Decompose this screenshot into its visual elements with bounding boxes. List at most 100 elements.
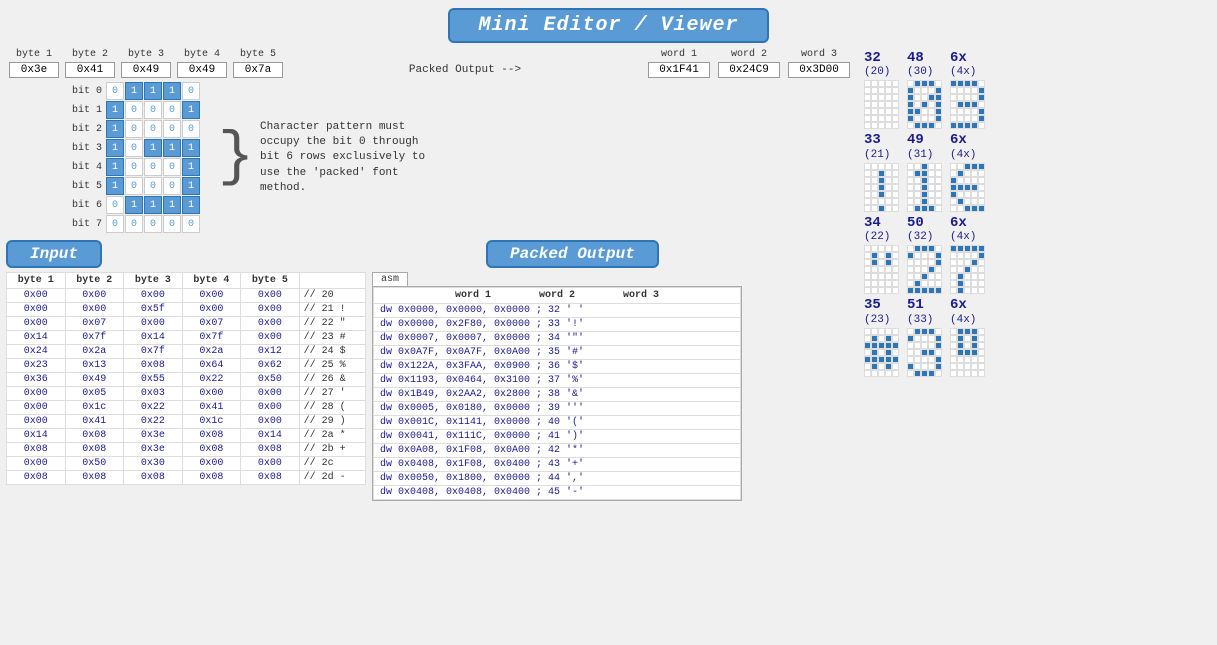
pixel-1-1-0-3[interactable]: [928, 163, 935, 170]
pixel-2-2-0-1[interactable]: [957, 245, 964, 252]
pixel-0-0-6-2[interactable]: [878, 122, 885, 129]
pixel-2-0-3-3[interactable]: [971, 101, 978, 108]
input-cell-8-2[interactable]: 0x22: [124, 401, 183, 415]
pixel-1-1-1-1[interactable]: [914, 170, 921, 177]
pixel-1-2-5-2[interactable]: [921, 280, 928, 287]
input-cell-2-3[interactable]: 0x07: [182, 317, 241, 331]
pixel-0-1-5-2[interactable]: [878, 198, 885, 205]
pixel-1-1-5-1[interactable]: [914, 198, 921, 205]
pixel-1-2-2-3[interactable]: [928, 259, 935, 266]
pixel-2-3-4-1[interactable]: [957, 356, 964, 363]
pixel-1-1-5-3[interactable]: [928, 198, 935, 205]
input-cell-9-4[interactable]: 0x00: [241, 415, 300, 429]
pixel-0-3-3-3[interactable]: [885, 349, 892, 356]
pixel-1-0-0-2[interactable]: [921, 80, 928, 87]
pixel-2-2-0-4[interactable]: [978, 245, 985, 252]
input-cell-4-1[interactable]: 0x2a: [65, 345, 124, 359]
pixel-2-3-0-0[interactable]: [950, 328, 957, 335]
input-cell-11-2[interactable]: 0x3e: [124, 443, 183, 457]
input-cell-13-3[interactable]: 0x08: [182, 471, 241, 485]
bit-cell-1-0[interactable]: 1: [106, 101, 124, 119]
pixel-1-3-0-2[interactable]: [921, 328, 928, 335]
bit-cell-4-2[interactable]: 0: [144, 158, 162, 176]
pixel-0-3-2-1[interactable]: [871, 342, 878, 349]
pixel-2-0-4-3[interactable]: [971, 108, 978, 115]
pixel-0-3-5-2[interactable]: [878, 363, 885, 370]
pixel-0-1-2-1[interactable]: [871, 177, 878, 184]
pixel-2-1-2-0[interactable]: [950, 177, 957, 184]
pixel-2-3-6-1[interactable]: [957, 370, 964, 377]
input-cell-1-0[interactable]: 0x00: [7, 303, 66, 317]
input-cell-12-3[interactable]: 0x00: [182, 457, 241, 471]
pixel-0-0-4-0[interactable]: [864, 108, 871, 115]
pixel-2-0-5-3[interactable]: [971, 115, 978, 122]
pixel-1-0-0-0[interactable]: [907, 80, 914, 87]
pixel-0-1-5-0[interactable]: [864, 198, 871, 205]
pixel-2-2-6-4[interactable]: [978, 287, 985, 294]
input-cell-10-4[interactable]: 0x14: [241, 429, 300, 443]
pixel-1-0-1-2[interactable]: [921, 87, 928, 94]
pixel-2-1-0-0[interactable]: [950, 163, 957, 170]
pixel-0-2-3-4[interactable]: [892, 266, 899, 273]
bit-cell-1-2[interactable]: 0: [144, 101, 162, 119]
pixel-0-1-3-1[interactable]: [871, 184, 878, 191]
pixel-1-3-3-3[interactable]: [928, 349, 935, 356]
pixel-1-3-2-1[interactable]: [914, 342, 921, 349]
pixel-1-0-6-3[interactable]: [928, 122, 935, 129]
pixel-0-2-0-3[interactable]: [885, 245, 892, 252]
pixel-1-2-5-0[interactable]: [907, 280, 914, 287]
pixel-0-2-3-3[interactable]: [885, 266, 892, 273]
pixel-2-2-5-3[interactable]: [971, 280, 978, 287]
pixel-0-2-5-1[interactable]: [871, 280, 878, 287]
pixel-0-1-5-3[interactable]: [885, 198, 892, 205]
pixel-0-2-2-0[interactable]: [864, 259, 871, 266]
pixel-1-2-1-2[interactable]: [921, 252, 928, 259]
pixel-2-1-4-4[interactable]: [978, 191, 985, 198]
pixel-1-2-0-3[interactable]: [928, 245, 935, 252]
byte5-value[interactable]: [230, 62, 286, 78]
pixel-2-0-6-1[interactable]: [957, 122, 964, 129]
pixel-0-1-4-1[interactable]: [871, 191, 878, 198]
input-cell-1-2[interactable]: 0x5f: [124, 303, 183, 317]
pixel-0-3-5-4[interactable]: [892, 363, 899, 370]
pixel-0-0-2-4[interactable]: [892, 94, 899, 101]
pixel-2-3-6-3[interactable]: [971, 370, 978, 377]
pixel-1-1-5-0[interactable]: [907, 198, 914, 205]
pixel-0-3-5-3[interactable]: [885, 363, 892, 370]
pixel-2-2-6-3[interactable]: [971, 287, 978, 294]
pixel-2-3-2-2[interactable]: [964, 342, 971, 349]
pixel-2-2-6-1[interactable]: [957, 287, 964, 294]
pixel-0-2-2-1[interactable]: [871, 259, 878, 266]
pixel-1-2-3-4[interactable]: [935, 266, 942, 273]
pixel-1-1-0-2[interactable]: [921, 163, 928, 170]
input-cell-3-3[interactable]: 0x7f: [182, 331, 241, 345]
pixel-1-2-0-1[interactable]: [914, 245, 921, 252]
input-cell-8-3[interactable]: 0x41: [182, 401, 241, 415]
input-cell-11-0[interactable]: 0x08: [7, 443, 66, 457]
input-cell-8-0[interactable]: 0x00: [7, 401, 66, 415]
pixel-1-1-4-3[interactable]: [928, 191, 935, 198]
pixel-2-2-3-0[interactable]: [950, 266, 957, 273]
pixel-2-3-1-1[interactable]: [957, 335, 964, 342]
pixel-2-1-6-4[interactable]: [978, 205, 985, 212]
pixel-1-2-2-4[interactable]: [935, 259, 942, 266]
pixel-1-3-6-2[interactable]: [921, 370, 928, 377]
input-cell-9-2[interactable]: 0x22: [124, 415, 183, 429]
pixel-0-1-2-0[interactable]: [864, 177, 871, 184]
pixel-2-1-3-0[interactable]: [950, 184, 957, 191]
pixel-2-1-3-4[interactable]: [978, 184, 985, 191]
pixel-0-3-2-4[interactable]: [892, 342, 899, 349]
pixel-1-2-6-4[interactable]: [935, 287, 942, 294]
pixel-2-2-2-0[interactable]: [950, 259, 957, 266]
pixel-0-3-6-4[interactable]: [892, 370, 899, 377]
pixel-2-1-4-3[interactable]: [971, 191, 978, 198]
pixel-2-1-3-3[interactable]: [971, 184, 978, 191]
pixel-1-1-2-1[interactable]: [914, 177, 921, 184]
pixel-2-3-2-0[interactable]: [950, 342, 957, 349]
pixel-2-1-6-2[interactable]: [964, 205, 971, 212]
pixel-0-3-4-0[interactable]: [864, 356, 871, 363]
input-cell-9-3[interactable]: 0x1c: [182, 415, 241, 429]
pixel-1-1-5-2[interactable]: [921, 198, 928, 205]
pixel-0-1-4-4[interactable]: [892, 191, 899, 198]
pixel-1-2-3-2[interactable]: [921, 266, 928, 273]
